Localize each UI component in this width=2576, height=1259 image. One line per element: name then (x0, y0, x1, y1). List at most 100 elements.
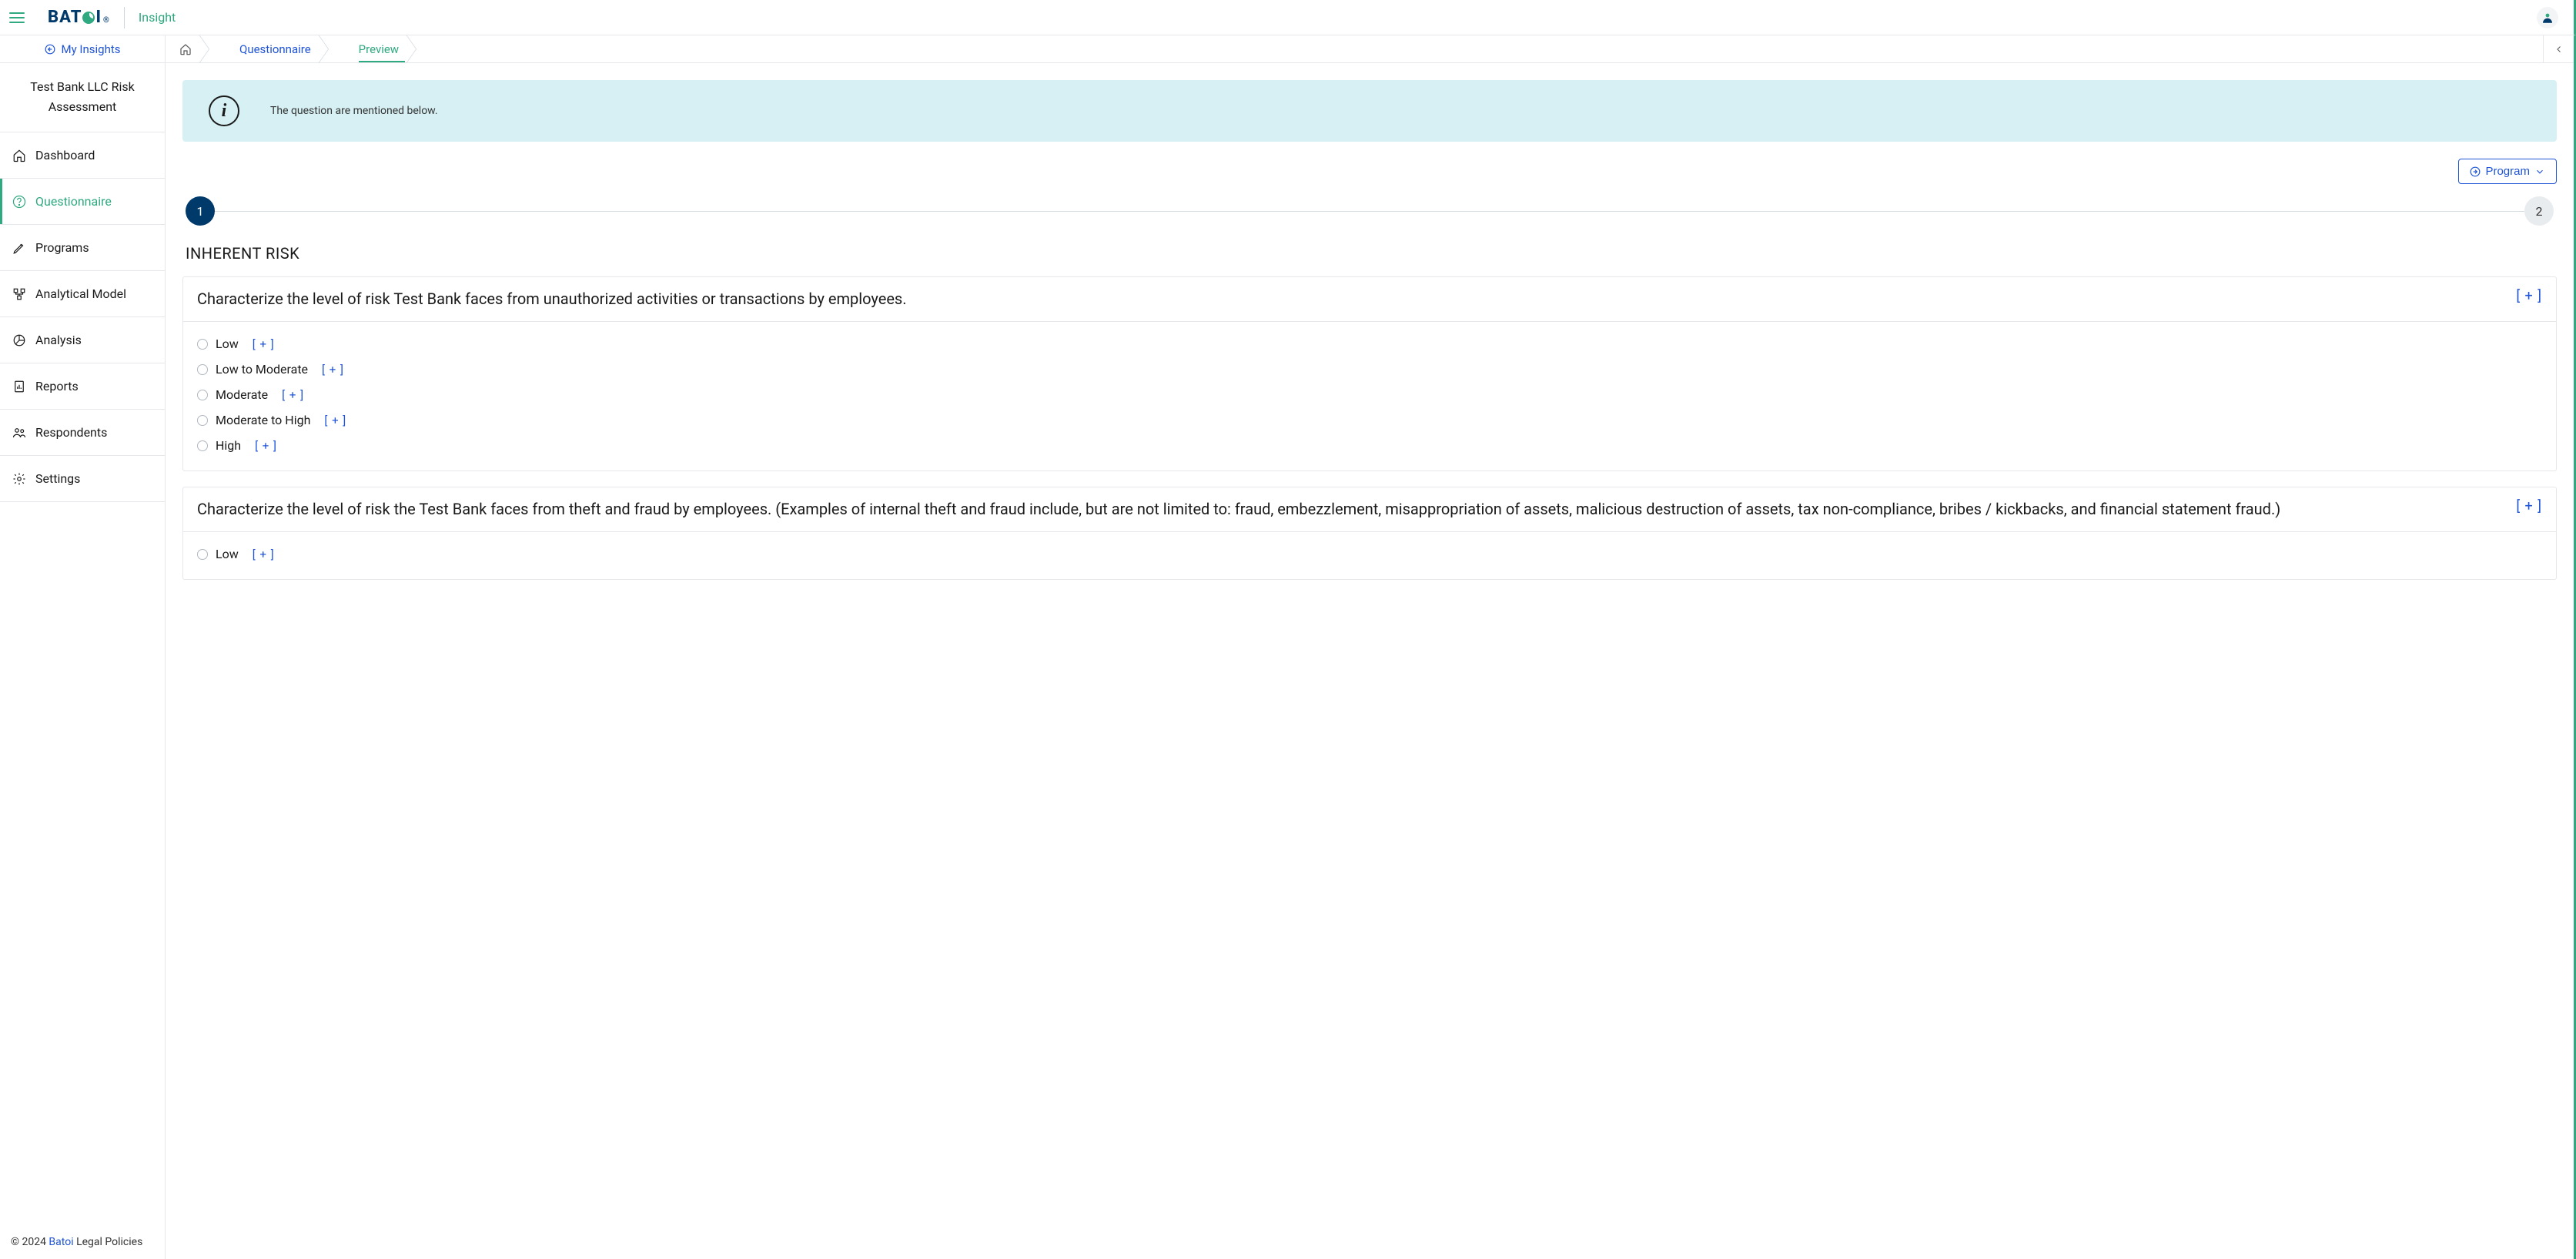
footer-copyright: © 2024 (11, 1236, 49, 1248)
content-scroll[interactable]: i The question are mentioned below. Prog… (166, 63, 2574, 1259)
section-title: INHERENT RISK (186, 244, 2557, 263)
sidebar-item-respondents[interactable]: Respondents (0, 410, 165, 456)
arrow-right-circle-icon (2470, 166, 2481, 177)
breadcrumb-sep (209, 35, 222, 62)
users-icon (12, 426, 26, 440)
sidebar-item-programs[interactable]: Programs (0, 225, 165, 271)
expand-option-button[interactable]: [ + ] (253, 337, 275, 351)
radio-input[interactable] (197, 364, 208, 375)
chevron-down-icon (2534, 166, 2545, 177)
report-icon (12, 380, 26, 393)
sidebar-footer: © 2024 Batoi Legal Policies (0, 1228, 165, 1259)
step-1[interactable]: 1 (186, 196, 215, 226)
pen-icon (12, 241, 26, 255)
breadcrumb-sep (416, 35, 430, 62)
question-card: Characterize the level of risk the Test … (182, 487, 2557, 580)
sidebar-item-label: Settings (35, 471, 80, 486)
option-row: Moderate to High [ + ] (197, 407, 2542, 433)
sidebar-item-label: Programs (35, 240, 89, 255)
user-avatar-button[interactable] (2537, 7, 2558, 28)
step-2[interactable]: 2 (2524, 196, 2554, 226)
option-row: Low [ + ] (197, 331, 2542, 357)
radio-input[interactable] (197, 339, 208, 350)
home-icon (179, 43, 192, 55)
sidebar-item-label: Analysis (35, 333, 82, 347)
option-row: Low to Moderate [ + ] (197, 357, 2542, 382)
model-icon (12, 287, 26, 301)
home-icon (12, 149, 26, 162)
radio-input[interactable] (197, 415, 208, 426)
question-header: Characterize the level of risk Test Bank… (183, 277, 2556, 322)
collapse-panel-button[interactable] (2543, 35, 2574, 62)
radio-input[interactable] (197, 390, 208, 400)
info-banner: i The question are mentioned below. (182, 80, 2557, 142)
sidebar-item-label: Analytical Model (35, 286, 126, 301)
top-header: BAT I ® Insight (0, 0, 2576, 35)
brand-text-left: BAT (48, 8, 82, 27)
sidebar-item-dashboard[interactable]: Dashboard (0, 132, 165, 179)
sidebar-nav: Dashboard Questionnaire Programs Analyti… (0, 132, 165, 1228)
toolbar: Program (182, 159, 2557, 184)
my-insights-link[interactable]: My Insights (0, 35, 165, 63)
expand-option-button[interactable]: [ + ] (282, 388, 304, 402)
option-row: High [ + ] (197, 433, 2542, 458)
stepper: 1 2 (186, 196, 2554, 226)
option-label: High (216, 438, 241, 453)
brand-registered: ® (103, 16, 110, 25)
brand-logo[interactable]: BAT I ® (48, 8, 110, 27)
pie-chart-icon (12, 333, 26, 347)
option-label: Low (216, 337, 239, 351)
sidebar-item-label: Dashboard (35, 148, 95, 162)
question-circle-icon (12, 195, 26, 209)
sidebar-item-reports[interactable]: Reports (0, 363, 165, 410)
sidebar-item-label: Reports (35, 379, 79, 393)
program-button-label: Program (2485, 165, 2530, 178)
sidebar-item-settings[interactable]: Settings (0, 456, 165, 502)
step-line (215, 211, 2524, 212)
program-dropdown-button[interactable]: Program (2458, 159, 2557, 184)
footer-brand-link[interactable]: Batoi (49, 1236, 73, 1248)
question-card: Characterize the level of risk Test Bank… (182, 276, 2557, 471)
option-label: Low to Moderate (216, 362, 308, 377)
option-label: Low (216, 547, 239, 561)
expand-question-button[interactable]: [ + ] (2516, 498, 2542, 514)
breadcrumb-sep (328, 35, 342, 62)
expand-option-button[interactable]: [ + ] (322, 363, 344, 377)
main-area: Questionnaire Preview i The question are… (166, 35, 2576, 1259)
expand-option-button[interactable]: [ + ] (253, 547, 275, 561)
info-icon: i (209, 95, 239, 126)
breadcrumb-label: Questionnaire (239, 42, 311, 56)
question-options: Low [ + ] Low to Moderate [ + ] Moderate… (183, 322, 2556, 470)
footer-rest: Legal Policies (74, 1236, 143, 1248)
gear-icon (12, 472, 26, 486)
sidebar-item-questionnaire[interactable]: Questionnaire (0, 179, 165, 225)
user-icon (2541, 11, 2554, 25)
arrow-left-circle-icon (45, 44, 55, 55)
sidebar-item-analysis[interactable]: Analysis (0, 317, 165, 363)
expand-option-button[interactable]: [ + ] (324, 414, 346, 427)
question-options: Low [ + ] (183, 532, 2556, 579)
sidebar-item-label: Questionnaire (35, 194, 112, 209)
brand-text-right: I (95, 8, 102, 27)
brand-leaf-icon (82, 12, 95, 24)
option-label: Moderate to High (216, 413, 310, 427)
question-text: Characterize the level of risk Test Bank… (197, 288, 2504, 310)
option-row: Moderate [ + ] (197, 382, 2542, 407)
menu-toggle-icon[interactable] (9, 12, 25, 23)
my-insights-label: My Insights (62, 42, 121, 56)
question-text: Characterize the level of risk the Test … (197, 498, 2504, 521)
sidebar-item-analytical-model[interactable]: Analytical Model (0, 271, 165, 317)
option-label: Moderate (216, 387, 268, 402)
question-header: Characterize the level of risk the Test … (183, 487, 2556, 532)
product-name[interactable]: Insight (139, 10, 176, 25)
radio-input[interactable] (197, 440, 208, 451)
breadcrumb-preview[interactable]: Preview (342, 35, 416, 62)
expand-question-button[interactable]: [ + ] (2516, 288, 2542, 304)
breadcrumb-questionnaire[interactable]: Questionnaire (222, 35, 328, 62)
radio-input[interactable] (197, 549, 208, 560)
breadcrumb-bar: Questionnaire Preview (166, 35, 2574, 63)
expand-option-button[interactable]: [ + ] (255, 439, 277, 453)
breadcrumb-label: Preview (359, 42, 399, 56)
sidebar: My Insights Test Bank LLC Risk Assessmen… (0, 35, 166, 1259)
sidebar-item-label: Respondents (35, 425, 107, 440)
